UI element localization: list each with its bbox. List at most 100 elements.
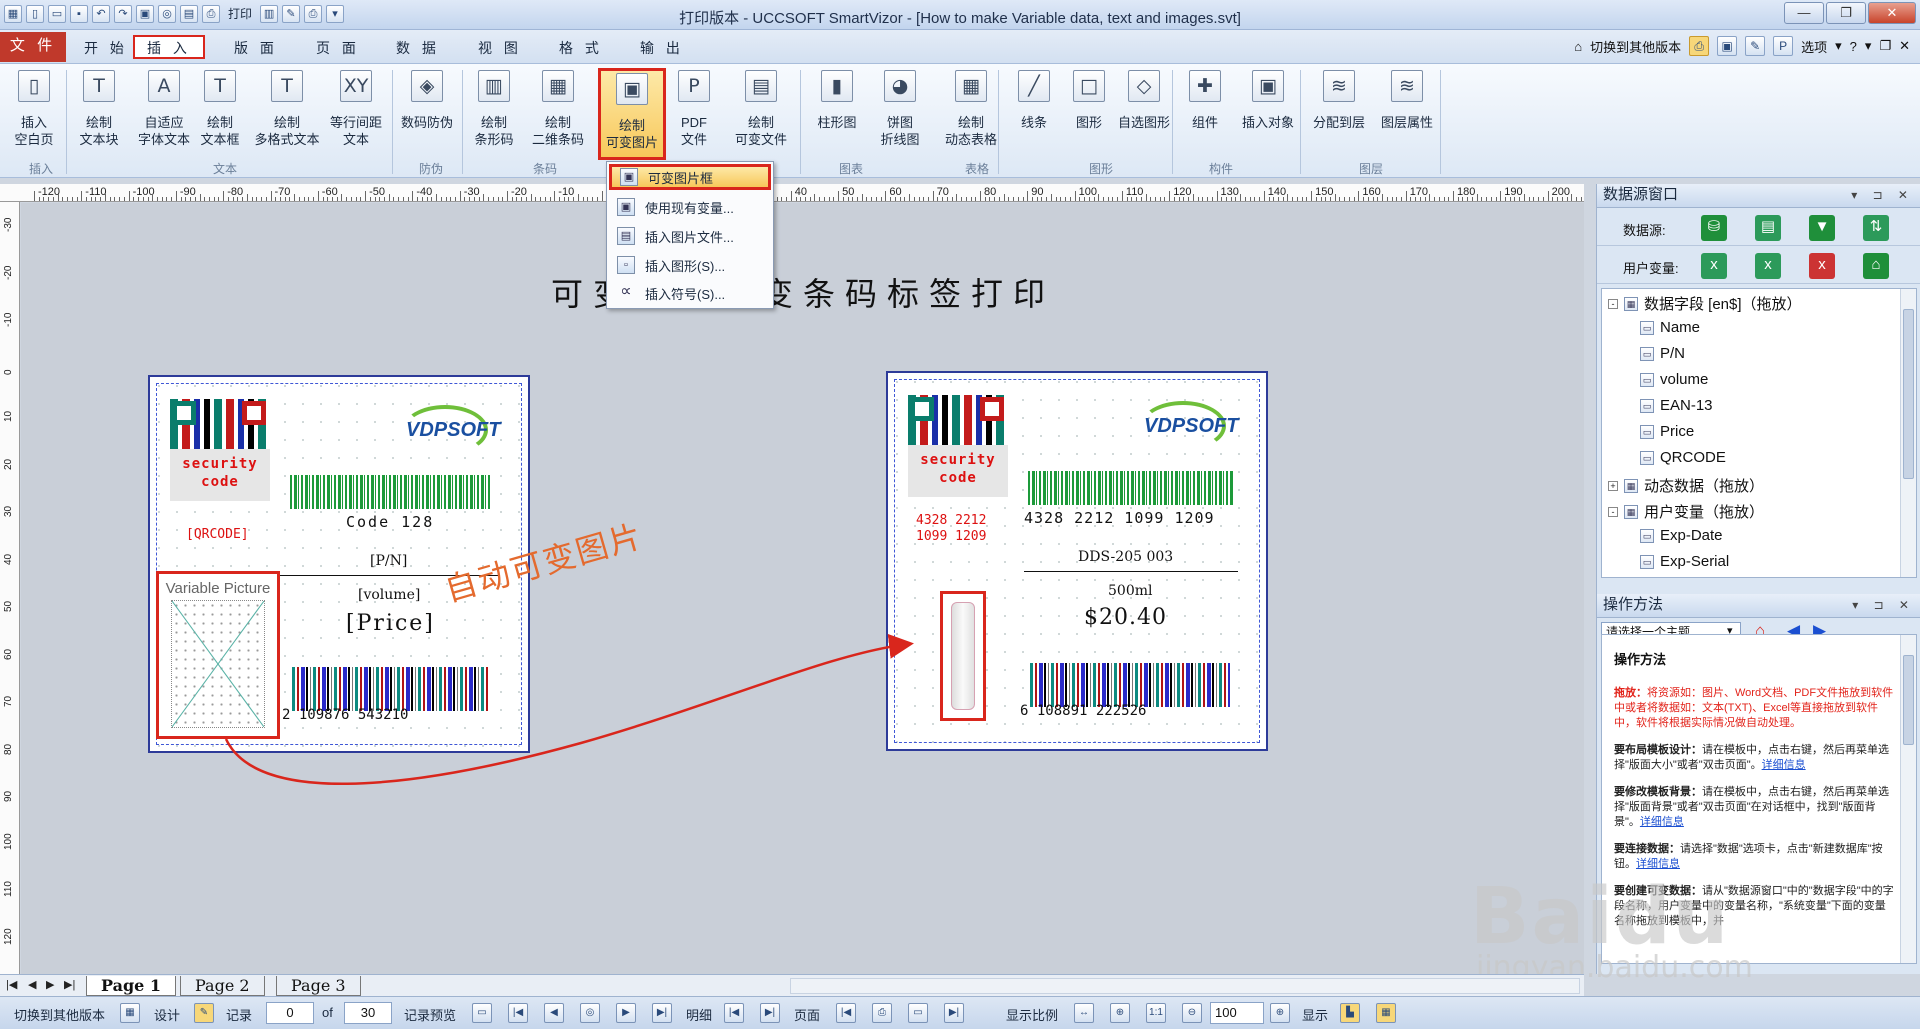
close-icon[interactable]: ✕ [1868,2,1916,24]
tree-field[interactable]: ▭ Name [1640,319,1700,336]
tab-insert[interactable]: 插 入 [133,35,205,59]
collapse-icon[interactable]: - [1608,298,1618,309]
zoom-out-icon[interactable]: ⊖ [1182,1003,1202,1023]
edit-variable-icon[interactable]: x [1755,253,1781,279]
details-link[interactable]: 详细信息 [1636,858,1680,870]
tree-field[interactable]: ▭ volume [1640,371,1708,388]
panel-controls[interactable]: ▾ ⊐ ✕ [1852,594,1915,616]
prev-record-icon[interactable]: ◀ [544,1003,564,1023]
ribbon-button-variable-file[interactable]: ▤ 绘制 可变文件 [728,68,794,160]
tree-field[interactable]: ▭ Price [1640,423,1694,440]
window-close-icon[interactable]: ✕ [1899,38,1910,54]
first-record-icon[interactable]: |◀ [508,1003,528,1023]
system-variable-icon[interactable]: ⌂ [1863,253,1889,279]
design-mode[interactable]: 设计 [154,1005,180,1024]
ribbon-button-component[interactable]: ✚ 组件 [1180,68,1230,160]
tree-scrollbar[interactable] [1900,289,1916,577]
ruler-toggle-icon[interactable]: ▙ [1340,1003,1360,1023]
tree-group[interactable]: - ▦ 用户变量（拖放） [1608,501,1764,522]
grid-toggle-icon[interactable]: ▦ [1376,1003,1396,1023]
page-fit-icon[interactable]: ▭ [908,1003,928,1023]
delete-variable-icon[interactable]: x [1809,253,1835,279]
restore-icon[interactable]: ❐ [1826,2,1866,24]
tab-page-2[interactable]: Page 2 [180,976,265,996]
ribbon-button-layer-props[interactable]: ≋ 图层属性 [1374,68,1440,160]
pen-icon[interactable]: ✎ [1745,36,1766,56]
details-link[interactable]: 详细信息 [1640,816,1684,828]
panel-controls[interactable]: ▾ ⊐ ✕ [1851,184,1914,206]
help-icon[interactable]: ? [1850,39,1857,54]
ribbon-button-custom-shape[interactable]: ◇ 自选图形 [1110,68,1178,160]
data-table-icon[interactable]: ▤ [1755,215,1781,241]
first-page-icon[interactable]: |◀ [6,978,17,991]
window-restore-icon[interactable]: ❐ [1879,38,1891,54]
details-link[interactable]: 详细信息 [1762,759,1806,771]
prev-page-icon[interactable]: ◀ [28,978,36,991]
horizontal-scrollbar[interactable] [790,978,1580,994]
ribbon-button-object[interactable]: ▣ 插入对象 [1234,68,1302,160]
tab-page-1[interactable]: Page 1 [86,976,177,996]
page-next-icon[interactable]: ▶| [944,1003,964,1023]
ribbon-button-table[interactable]: ▦ 绘制 动态表格 [938,68,1004,160]
help-dropdown-icon[interactable]: ▾ [1865,38,1872,54]
menu-item-variable-image-frame[interactable]: ▣ 可变图片框 [609,164,771,190]
grid-view-icon[interactable]: ▦ [120,1003,140,1023]
tab-page[interactable]: 页 面 [310,37,366,61]
ribbon-button-line-spacing[interactable]: XY 等行间距 文本 [322,68,390,160]
ribbon-button-blank-page[interactable]: ▯ 插入 空白页 [4,68,64,160]
tree-field[interactable]: ▭ EAN-13 [1640,397,1713,414]
ribbon-button-bar-chart[interactable]: ▮ 柱形图 [808,68,866,160]
tab-layout[interactable]: 版 面 [228,37,284,61]
design-edit-icon[interactable]: ✎ [194,1003,214,1023]
collapse-ribbon-icon[interactable]: ⌂ [1574,39,1582,54]
tab-file[interactable]: 文 件 [0,32,66,62]
detail-next-icon[interactable]: ▶| [760,1003,780,1023]
collapse-icon[interactable]: - [1608,506,1618,517]
last-page-icon[interactable]: ▶| [64,978,75,991]
printer-icon[interactable]: ⎙ [1689,36,1710,56]
options-menu[interactable]: 选项 [1801,37,1827,56]
ribbon-button-pdf[interactable]: P PDF 文件 [668,68,720,160]
pdf-icon[interactable]: P [1773,36,1794,56]
page-print-icon[interactable]: ⎙ [872,1003,892,1023]
switch-version-status[interactable]: 切换到其他版本 [14,1005,105,1024]
expand-icon[interactable]: + [1608,480,1618,491]
fit-width-icon[interactable]: ↔ [1074,1003,1094,1023]
monitor-icon[interactable]: ▭ [472,1003,492,1023]
detail-prev-icon[interactable]: |◀ [724,1003,744,1023]
tree-group[interactable]: - ▦ 数据字段 [en$]（拖放） [1608,293,1802,314]
ribbon-button-shield[interactable]: ◈ 数码防伪 [398,68,456,160]
sort-icon[interactable]: ⇅ [1863,215,1889,241]
tab-page-3[interactable]: Page 3 [276,976,361,996]
tab-view[interactable]: 视 图 [472,37,528,61]
menu-item-image-file[interactable]: ▤ 插入图片文件... [609,223,771,249]
tab-data[interactable]: 数 据 [390,37,446,61]
ribbon-button-assign-layer[interactable]: ≋ 分配到层 [1306,68,1372,160]
help-scrollbar[interactable] [1900,635,1916,963]
filter-icon[interactable]: ▼ [1809,215,1835,241]
options-dropdown-icon[interactable]: ▾ [1835,38,1842,54]
minimize-icon[interactable]: — [1784,2,1824,24]
ribbon-button-barcode[interactable]: ▥ 绘制 条形码 [466,68,522,160]
design-canvas[interactable]: 可变图片可变条码标签打印 security code [QRCODE] VDPS… [21,203,1584,974]
ribbon-button-textbox[interactable]: T 绘制 文本框 [190,68,250,160]
tree-field[interactable]: ▭ QRCODE [1640,449,1726,466]
ribbon-button-text-block[interactable]: T 绘制 文本块 [70,68,128,160]
tree-field[interactable]: ▭ Exp-Serial [1640,553,1729,570]
scrollbar-thumb[interactable] [1903,655,1914,745]
ribbon-button-pie-chart[interactable]: ◕ 饼图 折线图 [868,68,932,160]
add-variable-icon[interactable]: x [1701,253,1727,279]
image-tool-icon[interactable]: ▣ [1717,36,1738,56]
menu-item-insert-shape[interactable]: ▫ 插入图形(S)... [609,252,771,278]
zoom-in-icon[interactable]: ⊕ [1110,1003,1130,1023]
ribbon-button-variable-image[interactable]: ▣ 绘制 可变图片 [598,68,666,160]
tree-group[interactable]: + ▦ 动态数据（拖放） [1608,475,1764,496]
ribbon-button-line[interactable]: ╱ 线条 [1008,68,1060,160]
page-prev-icon[interactable]: |◀ [836,1003,856,1023]
zoom-magnify-icon[interactable]: ⊕ [1270,1003,1290,1023]
tab-format[interactable]: 格 式 [553,37,609,61]
ribbon-button-rich-text[interactable]: T 绘制 多格式文本 [252,68,322,160]
tree-field[interactable]: ▭ Exp-Date [1640,527,1723,544]
ribbon-button-autofit-text[interactable]: A 自适应 字体文本 [134,68,194,160]
menu-item-symbol[interactable]: ∝ 插入符号(S)... [609,280,771,306]
